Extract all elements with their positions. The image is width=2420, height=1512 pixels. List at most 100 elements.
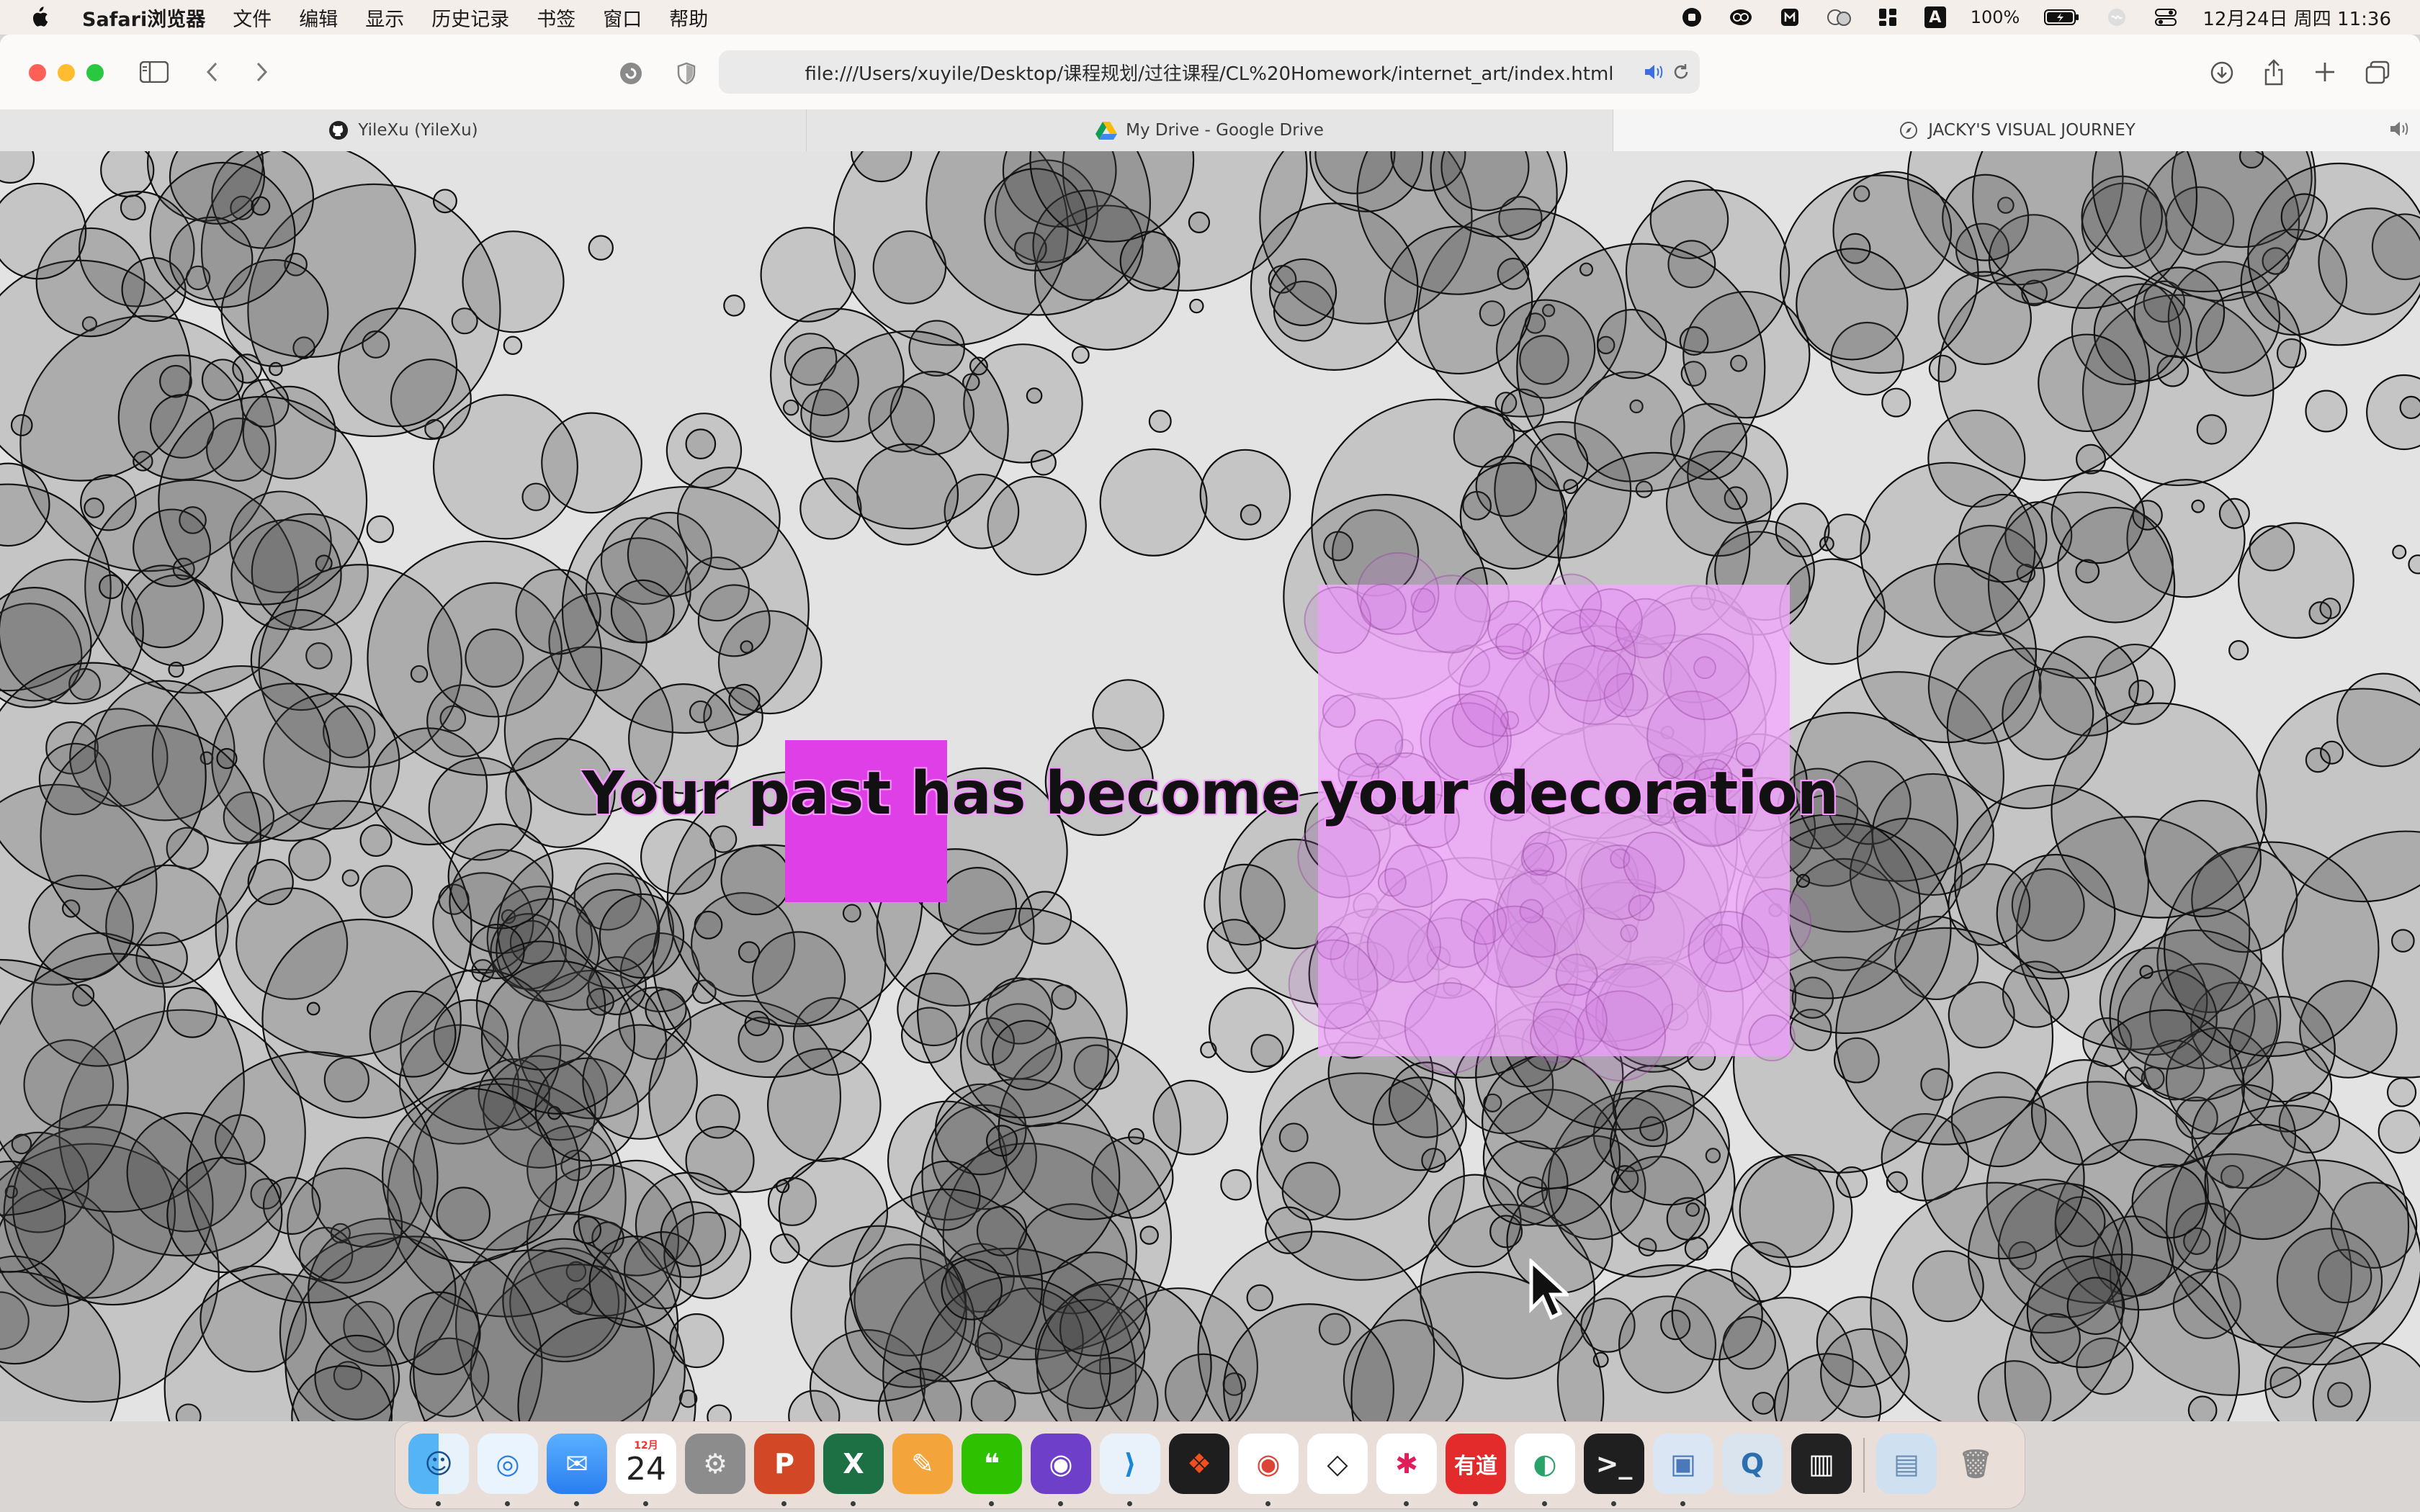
page-content[interactable]: Your past has become your decoration — [0, 151, 2420, 1421]
privacy-shield-icon[interactable] — [674, 60, 699, 86]
decor-circle — [100, 151, 155, 198]
dock-unity-icon[interactable]: ◇ — [1307, 1434, 1368, 1494]
sidebar-toggle-icon[interactable] — [138, 59, 170, 85]
new-tab-plus-icon[interactable] — [2312, 59, 2338, 85]
decor-circle — [2133, 266, 2226, 359]
tab-google-drive[interactable]: My Drive - Google Drive — [807, 109, 1613, 151]
forward-chevron-icon[interactable] — [251, 59, 272, 85]
menu-view[interactable]: 显示 — [365, 4, 404, 32]
pink-square-circle — [1356, 552, 1440, 635]
decor-circle — [1265, 1206, 1313, 1254]
close-window-button[interactable] — [29, 64, 46, 81]
decor-circle — [1072, 346, 1090, 364]
dock-github-desktop-icon[interactable]: ◉ — [1031, 1434, 1091, 1494]
dock-chrome-icon[interactable]: ◉ — [1238, 1434, 1299, 1494]
tab-visual-journey[interactable]: JACKY'S VISUAL JOURNEY — [1613, 109, 2420, 151]
address-bar[interactable]: file:///Users/xuyile/Desktop/课程规划/过往课程/C… — [719, 50, 1700, 94]
decor-circle — [2030, 1059, 2138, 1166]
dock-figma-icon[interactable]: ❖ — [1169, 1434, 1229, 1494]
dock-running-indicator — [643, 1501, 648, 1506]
decor-circle — [168, 661, 184, 678]
clock[interactable]: 12月24日 周四 11:36 — [2202, 4, 2391, 31]
decor-circle — [158, 395, 368, 606]
dock-safari-icon[interactable]: ◎ — [478, 1434, 538, 1494]
dock-piano-icon[interactable]: ▥ — [1791, 1434, 1852, 1494]
battery-icon[interactable] — [2044, 6, 2080, 28]
dock-trash-icon[interactable]: 🗑 — [1945, 1434, 2006, 1494]
dock-running-indicator — [1680, 1501, 1685, 1506]
zoom-window-button[interactable] — [86, 64, 104, 81]
input-method-icon[interactable]: A — [1924, 6, 1946, 28]
dock-downloads-icon[interactable]: ▤ — [1876, 1434, 1937, 1494]
dock-pages-icon[interactable]: ✎ — [892, 1434, 953, 1494]
dock-mail-icon[interactable]: ✉ — [547, 1434, 607, 1494]
menu-bookmarks[interactable]: 书签 — [537, 4, 575, 32]
decor-circle — [1530, 433, 1589, 492]
decor-circle — [1148, 410, 1172, 433]
menu-app-name[interactable]: Safari浏览器 — [82, 4, 205, 32]
dock-terminal-icon[interactable]: >_ — [1584, 1434, 1644, 1494]
dock-excel-icon[interactable]: X — [823, 1434, 884, 1494]
url-text[interactable]: file:///Users/xuyile/Desktop/课程规划/过往课程/C… — [719, 50, 1700, 94]
minimize-window-button[interactable] — [58, 64, 75, 81]
menu-window[interactable]: 窗口 — [603, 4, 642, 32]
share-icon[interactable] — [2260, 58, 2287, 86]
translate-extension-icon[interactable] — [618, 60, 644, 86]
pink-square-circle — [1366, 908, 1441, 984]
dock-finder-icon[interactable]: ☺ — [408, 1434, 469, 1494]
dock-system-settings-icon[interactable]: ⚙ — [685, 1434, 745, 1494]
menu-help[interactable]: 帮助 — [669, 4, 708, 32]
downloads-icon[interactable] — [2208, 59, 2236, 86]
reload-icon[interactable] — [1670, 60, 1693, 84]
decor-circle — [1856, 563, 2038, 744]
decor-circle — [2131, 1164, 2207, 1239]
cloud-sync-icon[interactable] — [1827, 6, 1851, 28]
decor-circle — [1026, 387, 1043, 404]
screen-record-icon[interactable] — [1680, 6, 1704, 28]
dictionary-icon[interactable] — [1778, 6, 1802, 28]
decor-circle — [1775, 503, 1830, 558]
dock-powerpoint-icon[interactable]: P — [754, 1434, 815, 1494]
decor-circle — [2247, 162, 2420, 346]
menu-file[interactable]: 文件 — [233, 4, 272, 32]
dock-vscode-icon[interactable]: ⟩ — [1100, 1434, 1160, 1494]
pink-square-circle — [1662, 633, 1750, 721]
creative-cloud-icon[interactable] — [1729, 6, 1753, 28]
back-chevron-icon[interactable] — [202, 59, 223, 85]
decor-circle — [367, 540, 603, 776]
control-center-icon[interactable] — [2154, 6, 2178, 28]
decor-circle — [337, 307, 458, 428]
dock-wechat-icon[interactable]: ❝ — [962, 1434, 1022, 1494]
browser-toolbar: file:///Users/xuyile/Desktop/课程规划/过往课程/C… — [0, 35, 2420, 110]
dock-quicktime-icon[interactable]: Q — [1722, 1434, 1783, 1494]
menu-history[interactable]: 历史记录 — [431, 4, 509, 32]
audio-playing-icon[interactable] — [1642, 60, 1665, 84]
pink-square-circle — [1748, 1014, 1796, 1062]
dock-running-indicator — [1265, 1501, 1270, 1506]
tab-label-google-drive: My Drive - Google Drive — [1126, 121, 1324, 140]
dock-vpn-icon[interactable]: ◐ — [1515, 1434, 1575, 1494]
dock-slack-icon[interactable]: ✱ — [1376, 1434, 1437, 1494]
decor-circle — [2218, 498, 2250, 529]
pink-square-circle — [1623, 831, 1685, 894]
decor-circle — [2305, 390, 2348, 433]
dock-preview-icon[interactable]: ▣ — [1653, 1434, 1713, 1494]
decor-circle — [588, 1235, 682, 1328]
calendar-month: 12月 — [634, 1440, 658, 1452]
decor-circle — [720, 845, 792, 916]
pink-square-circle — [1628, 894, 1655, 922]
dock-youdao-icon[interactable]: 有道 — [1446, 1434, 1506, 1494]
pink-square-circle — [1554, 645, 1634, 725]
tab-github[interactable]: YileXu (YileXu) — [0, 109, 807, 151]
menu-edit[interactable]: 编辑 — [299, 4, 338, 32]
pink-square-circle — [1487, 600, 1541, 654]
pink-square-circle — [1703, 924, 1744, 964]
tab-audio-icon[interactable] — [2388, 120, 2410, 143]
siri-icon[interactable] — [2105, 6, 2129, 28]
dock-running-indicator — [851, 1501, 856, 1506]
dock-calendar-icon[interactable]: 12月 24 — [616, 1434, 676, 1494]
decor-circle — [432, 394, 578, 540]
tab-overview-icon[interactable] — [2364, 59, 2391, 86]
apple-logo-icon[interactable] — [29, 5, 50, 30]
grid-app-icon[interactable] — [1876, 6, 1900, 28]
